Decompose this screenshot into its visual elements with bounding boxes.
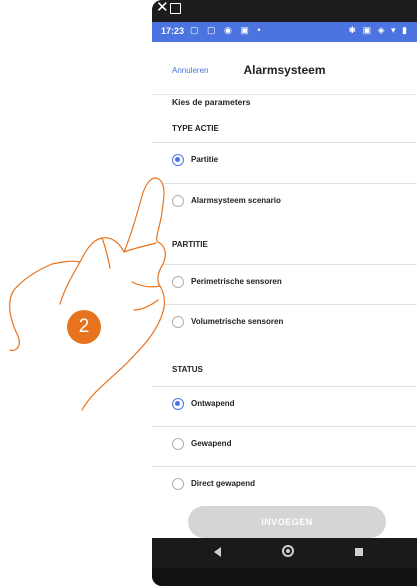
notification-icons: ▢ ▢ ◉ ▣ •: [190, 25, 264, 35]
app-screen: Annuleren Alarmsysteem Kies de parameter…: [152, 42, 417, 538]
back-icon[interactable]: [214, 547, 221, 557]
radio-icon[interactable]: [172, 276, 184, 288]
recent-apps-icon[interactable]: [355, 548, 363, 556]
radio-icon[interactable]: [172, 438, 184, 450]
option-label: Ontwapend: [191, 399, 235, 408]
phone-frame: ✕ 17:23 ▢ ▢ ◉ ▣ • ✱ ▣ ◈ ▾ ▮ Annuleren Al…: [152, 0, 417, 586]
radio-icon[interactable]: [172, 195, 184, 207]
option-label: Volumetrische sensoren: [191, 317, 284, 326]
top-strip: ✕: [152, 0, 417, 22]
status-bar: 17:23 ▢ ▢ ◉ ▣ • ✱ ▣ ◈ ▾ ▮: [152, 22, 417, 42]
insert-button[interactable]: INVOEGEN: [188, 506, 386, 538]
edit-icon[interactable]: [170, 3, 181, 14]
option-label: Direct gewapend: [191, 479, 256, 488]
option-alarmsysteem-scenario[interactable]: Alarmsysteem scenario: [152, 183, 417, 221]
option-label: Gewapend: [191, 439, 232, 448]
radio-icon[interactable]: [172, 478, 184, 490]
header: Annuleren Alarmsysteem: [152, 42, 417, 95]
radio-icon[interactable]: [172, 316, 184, 328]
phone-bezel-bottom: [152, 568, 417, 586]
android-nav-bar: [152, 538, 417, 568]
home-icon[interactable]: [282, 545, 294, 557]
option-gewapend[interactable]: Gewapend: [152, 426, 417, 464]
radio-selected-icon[interactable]: [172, 154, 184, 166]
status-time: 17:23: [161, 26, 185, 36]
step-number-badge: 2: [67, 310, 101, 344]
option-label: Alarmsysteem scenario: [191, 196, 281, 205]
section-label-type-actie: TYPE ACTIE: [172, 124, 219, 133]
radio-selected-icon[interactable]: [172, 398, 184, 410]
option-perimetrische-sensoren[interactable]: Perimetrische sensoren: [152, 264, 417, 302]
system-icons: ✱ ▣ ◈ ▾ ▮: [348, 25, 409, 35]
option-label: Partitie: [191, 155, 219, 164]
option-label: Perimetrische sensoren: [191, 277, 282, 286]
subtitle: Kies de parameters: [172, 97, 251, 107]
section-label-status: STATUS: [172, 365, 203, 374]
option-ontwapend[interactable]: Ontwapend: [152, 386, 417, 424]
page-title: Alarmsysteem: [243, 63, 326, 77]
section-label-partitie: PARTITIE: [172, 240, 208, 249]
close-icon[interactable]: ✕: [156, 0, 169, 15]
option-volumetrische-sensoren[interactable]: Volumetrische sensoren: [152, 304, 417, 342]
option-partitie[interactable]: Partitie: [152, 142, 417, 180]
option-direct-gewapend[interactable]: Direct gewapend: [152, 466, 417, 504]
